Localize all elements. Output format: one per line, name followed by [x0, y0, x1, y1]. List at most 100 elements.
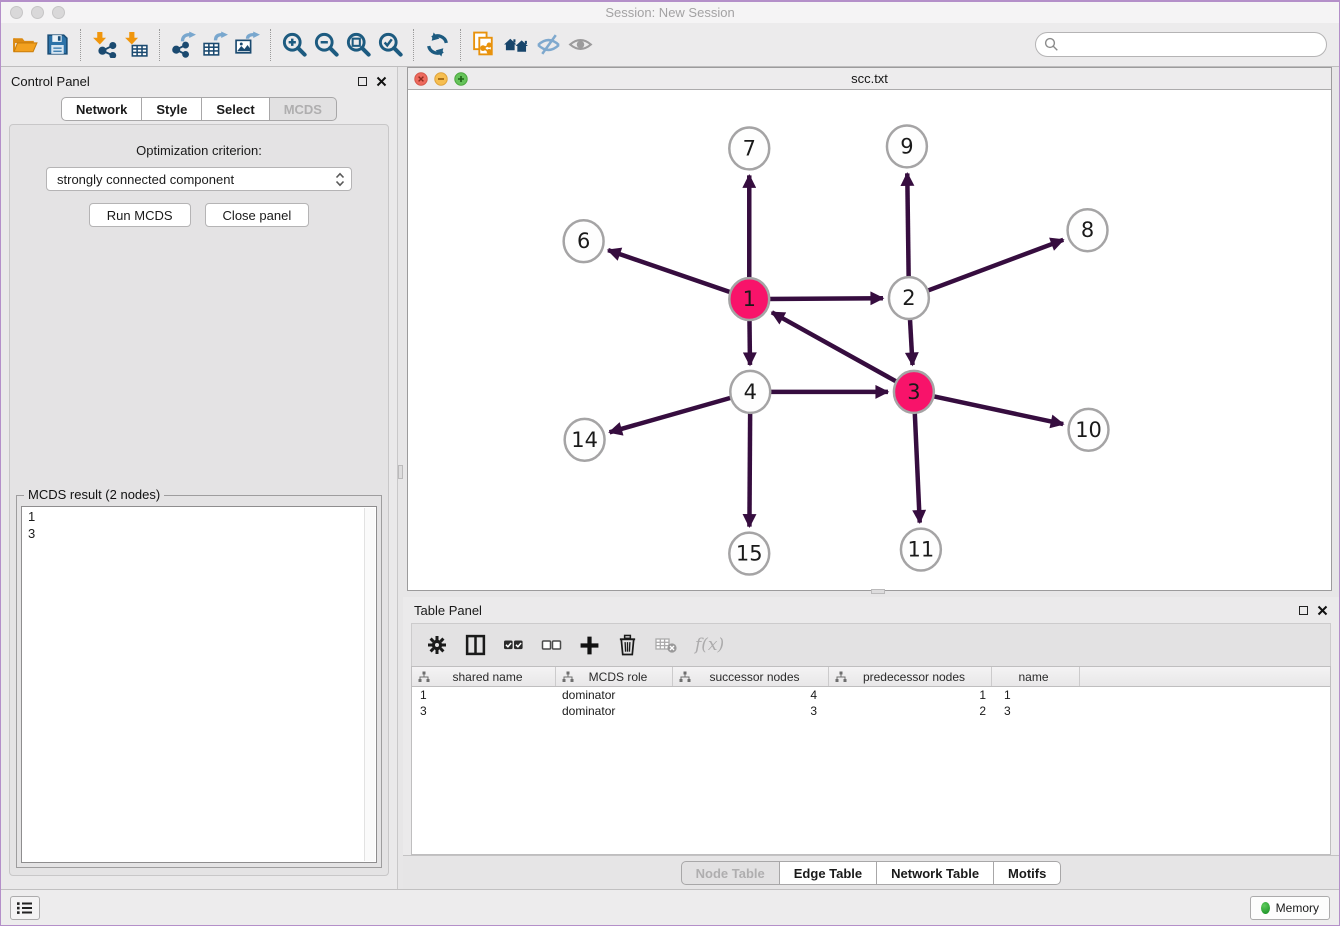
network-canvas[interactable]: 7 9 6 8 1 2 4 3 14 10 15 11: [408, 90, 1331, 590]
memory-button[interactable]: Memory: [1250, 896, 1330, 920]
cell-successor-nodes: 4: [673, 688, 829, 702]
table-settings-button[interactable]: [426, 634, 448, 656]
update-network-button[interactable]: [421, 29, 453, 61]
minimize-network-button[interactable]: [434, 72, 448, 86]
graph-node-2[interactable]: 2: [889, 277, 929, 319]
column-header-shared-name[interactable]: shared name: [412, 667, 556, 686]
mcds-result-groupbox: MCDS result (2 nodes) 1 3: [16, 495, 382, 868]
select-all-button[interactable]: [503, 635, 524, 655]
column-header-mcds-role[interactable]: MCDS role: [556, 667, 673, 686]
close-panel-button[interactable]: Close panel: [205, 203, 310, 227]
graph-node-15[interactable]: 15: [729, 533, 769, 575]
export-table-icon: [202, 31, 229, 58]
open-session-button[interactable]: [9, 29, 41, 61]
float-panel-icon[interactable]: [1299, 606, 1308, 615]
column-header-name[interactable]: name: [992, 667, 1080, 686]
tab-network-table[interactable]: Network Table: [877, 861, 994, 885]
show-graphics-details-button[interactable]: [532, 29, 564, 61]
mcds-result-text[interactable]: 1 3: [21, 506, 377, 863]
column-header-successor-nodes[interactable]: successor nodes: [673, 667, 829, 686]
control-panel-title: Control Panel: [11, 74, 90, 89]
zoom-selected-button[interactable]: [374, 29, 406, 61]
unselect-all-button[interactable]: [541, 635, 562, 655]
graph-edge-3-10[interactable]: [930, 395, 1064, 424]
clone-network-button[interactable]: [468, 29, 500, 61]
tab-edge-table[interactable]: Edge Table: [780, 861, 877, 885]
tab-mcds[interactable]: MCDS: [270, 97, 337, 121]
optimization-criterion-label: Optimization criterion:: [10, 143, 388, 158]
zoom-fit-icon: [345, 31, 372, 58]
graph-node-8[interactable]: 8: [1068, 209, 1108, 251]
search-input[interactable]: [1064, 36, 1318, 53]
show-panels-button[interactable]: [10, 896, 40, 920]
cell-shared-name: 3: [412, 704, 556, 718]
close-panel-icon[interactable]: [376, 76, 387, 87]
import-table-button[interactable]: [120, 29, 152, 61]
graph-edge-3-1[interactable]: [772, 312, 900, 383]
close-network-button[interactable]: [414, 72, 428, 86]
gear-icon: [426, 634, 448, 656]
hide-graphics-details-button[interactable]: [564, 29, 596, 61]
table-row[interactable]: 1 dominator 4 1 1: [412, 687, 1330, 703]
delete-row-button[interactable]: [617, 634, 638, 656]
graph-node-14[interactable]: 14: [565, 419, 605, 461]
graph-node-3[interactable]: 3: [894, 371, 934, 413]
first-neighbors-button[interactable]: [500, 29, 532, 61]
export-table-button[interactable]: [199, 29, 231, 61]
cell-name: 1: [992, 688, 1080, 702]
columns-icon: [465, 634, 486, 656]
graph-node-7[interactable]: 7: [729, 127, 769, 169]
graph-node-1[interactable]: 1: [729, 278, 769, 320]
graph-node-4[interactable]: 4: [730, 371, 770, 413]
graph-edge-3-11[interactable]: [915, 409, 920, 523]
svg-text:11: 11: [908, 538, 935, 562]
tab-network[interactable]: Network: [61, 97, 142, 121]
graph-node-6[interactable]: 6: [564, 220, 604, 262]
show-column-button[interactable]: [465, 634, 486, 656]
export-network-button[interactable]: [167, 29, 199, 61]
import-network-button[interactable]: [88, 29, 120, 61]
graph-edge-2-9[interactable]: [907, 173, 908, 281]
tab-style[interactable]: Style: [142, 97, 202, 121]
delete-table-button[interactable]: [655, 636, 678, 654]
graph-node-9[interactable]: 9: [887, 125, 927, 167]
zoom-out-button[interactable]: [310, 29, 342, 61]
network-window-controls: [414, 72, 468, 86]
zoom-in-button[interactable]: [278, 29, 310, 61]
tree-icon: [418, 671, 430, 683]
graph-edge-1-2[interactable]: [765, 298, 883, 299]
add-row-button[interactable]: [579, 635, 600, 656]
float-panel-icon[interactable]: [358, 77, 367, 86]
column-header-predecessor-nodes[interactable]: predecessor nodes: [829, 667, 992, 686]
function-builder-button[interactable]: f(x): [695, 635, 724, 655]
zoom-fit-button[interactable]: [342, 29, 374, 61]
graph-node-11[interactable]: 11: [901, 529, 941, 571]
criterion-select[interactable]: strongly connected component: [46, 167, 352, 191]
graph-edge-2-3[interactable]: [910, 315, 913, 365]
graph-edge-2-8[interactable]: [924, 240, 1063, 292]
svg-text:7: 7: [743, 136, 756, 160]
network-splitter-grip[interactable]: [871, 589, 885, 594]
run-mcds-button[interactable]: Run MCDS: [89, 203, 191, 227]
result-scrollbar[interactable]: [364, 508, 375, 861]
search-box[interactable]: [1035, 32, 1327, 57]
graph-node-10[interactable]: 10: [1069, 409, 1109, 451]
unchecked-boxes-icon: [541, 635, 562, 655]
zoom-network-button[interactable]: [454, 72, 468, 86]
network-view-window: scc.txt 7968124314101511: [407, 67, 1332, 591]
graph-edge-4-14[interactable]: [610, 397, 735, 433]
fx-icon: f(x): [695, 635, 724, 655]
save-session-button[interactable]: [41, 29, 73, 61]
tab-select[interactable]: Select: [202, 97, 269, 121]
tab-motifs[interactable]: Motifs: [994, 861, 1061, 885]
close-panel-icon[interactable]: [1317, 605, 1328, 616]
export-image-button[interactable]: [231, 29, 263, 61]
table-row[interactable]: 3 dominator 3 2 3: [412, 703, 1330, 719]
graph-edge-1-4[interactable]: [749, 316, 750, 365]
tree-icon: [679, 671, 691, 683]
svg-text:4: 4: [744, 380, 757, 404]
tab-node-table[interactable]: Node Table: [681, 861, 780, 885]
graph-edge-4-15[interactable]: [749, 409, 750, 527]
graph-edge-1-6[interactable]: [608, 250, 734, 293]
table-toolbar: f(x): [411, 623, 1331, 666]
